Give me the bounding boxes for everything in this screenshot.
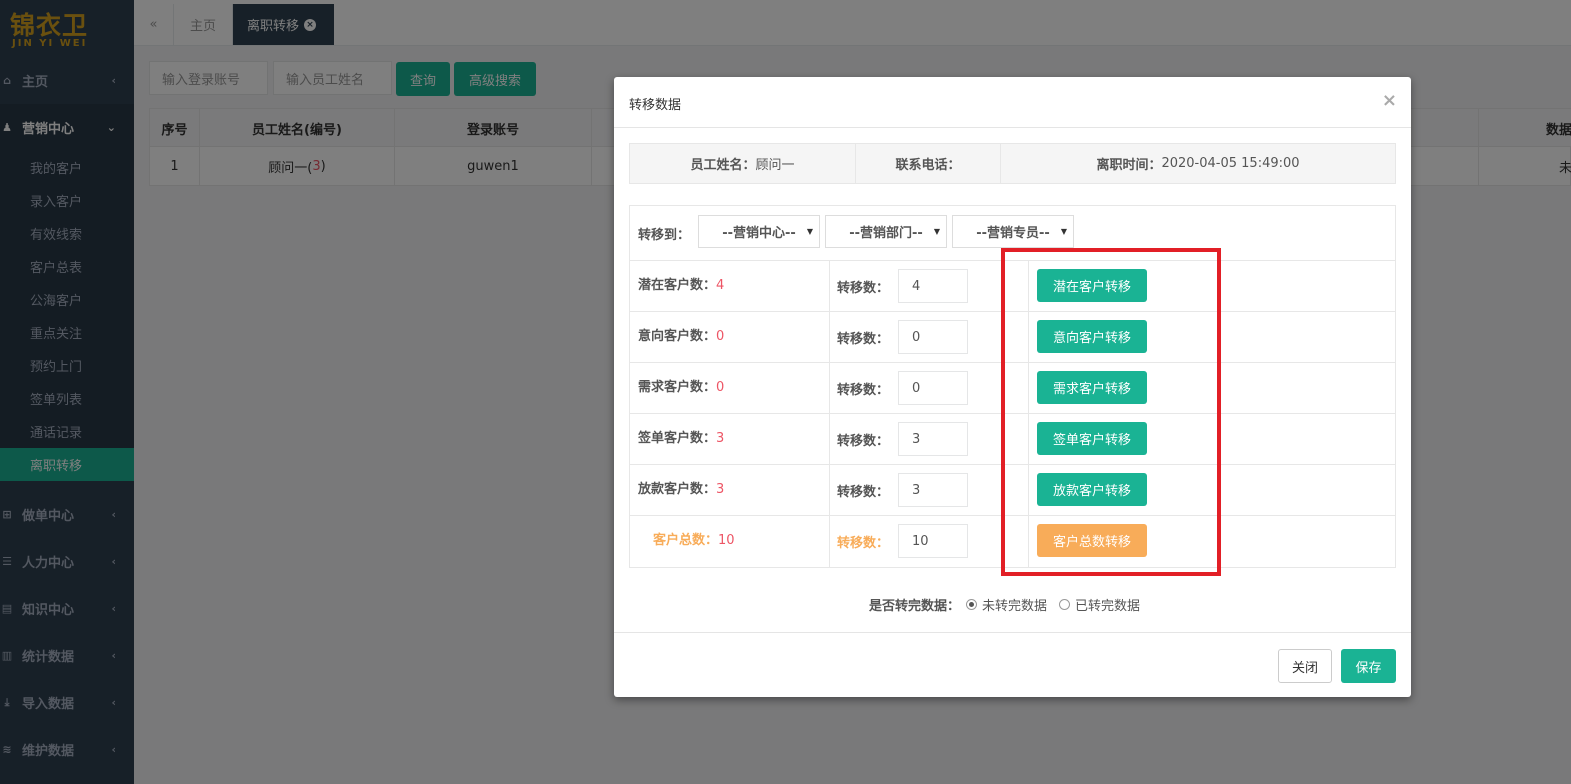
employee-info: 员工姓名： 顾问一 联系电话： 离职时间： 2020-04-05 15:49:00 — [629, 143, 1396, 184]
highlight-box — [1001, 248, 1221, 576]
close-button[interactable]: 关闭 — [1278, 649, 1332, 683]
caret-down-icon: ▼ — [806, 227, 813, 236]
completion-label: 是否转完数据： — [869, 599, 961, 614]
label-text: 需求客户数： — [638, 380, 717, 395]
radio-complete-label: 已转完数据 — [1075, 599, 1141, 614]
count-value: 3 — [716, 431, 725, 446]
name-label: 员工姓名： — [690, 158, 756, 173]
modal-header: 转移数据 × — [614, 77, 1411, 128]
row-label: 潜在客户数：4 — [638, 274, 724, 293]
department-select-value: --营销部门-- — [849, 226, 923, 241]
department-select[interactable]: --营销部门-- ▼ — [825, 215, 947, 248]
divider — [829, 465, 830, 516]
leave-value: 2020-04-05 15:49:00 — [1161, 156, 1300, 171]
row-label: 客户总数：10 — [653, 529, 735, 548]
transfer-to-label: 转移到： — [638, 228, 691, 243]
label-text: 放款客户数： — [638, 482, 717, 497]
modal-footer: 关闭 保存 — [614, 632, 1411, 697]
modal-close-icon[interactable]: × — [1382, 90, 1397, 111]
transfer-count-input[interactable]: 4 — [898, 269, 968, 303]
leave-label: 离职时间： — [1096, 158, 1162, 173]
staff-select[interactable]: --营销专员-- ▼ — [952, 215, 1074, 248]
employee-name: 员工姓名： 顾问一 — [630, 144, 856, 183]
modal-title: 转移数据 — [629, 98, 682, 113]
divider — [829, 414, 830, 465]
transfer-count-input[interactable]: 0 — [898, 320, 968, 354]
caret-down-icon: ▼ — [933, 227, 940, 236]
transfer-count-input[interactable]: 0 — [898, 371, 968, 405]
transfer-count-label: 转移数： — [837, 383, 890, 398]
label-text: 潜在客户数： — [638, 278, 717, 293]
count-value: 4 — [716, 278, 725, 293]
row-label: 意向客户数：0 — [638, 325, 724, 344]
staff-select-value: --营销专员-- — [976, 226, 1050, 241]
completion-radio-group: 是否转完数据： 未转完数据 已转完数据 — [869, 595, 1140, 614]
transfer-count-input[interactable]: 3 — [898, 422, 968, 456]
count-value: 3 — [716, 482, 725, 497]
divider — [829, 312, 830, 363]
employee-phone: 联系电话： — [856, 144, 1001, 183]
radio-complete[interactable] — [1059, 599, 1071, 610]
radio-not-complete[interactable] — [966, 599, 978, 610]
count-value: 10 — [718, 533, 735, 548]
label-text: 客户总数： — [653, 533, 719, 548]
divider — [829, 261, 830, 312]
divider — [829, 516, 830, 567]
label-text: 签单客户数： — [638, 431, 717, 446]
phone-label: 联系电话： — [895, 158, 961, 173]
save-button[interactable]: 保存 — [1341, 649, 1396, 683]
count-value: 0 — [716, 329, 725, 344]
count-value: 0 — [716, 380, 725, 395]
employee-leave-time: 离职时间： 2020-04-05 15:49:00 — [1001, 144, 1395, 183]
transfer-count-label: 转移数： — [837, 485, 890, 500]
row-label: 签单客户数：3 — [638, 427, 724, 446]
divider — [829, 363, 830, 414]
caret-down-icon: ▼ — [1060, 227, 1067, 236]
transfer-count-label: 转移数： — [837, 332, 890, 347]
name-value: 顾问一 — [755, 158, 795, 173]
center-select[interactable]: --营销中心-- ▼ — [698, 215, 820, 248]
transfer-count-input[interactable]: 3 — [898, 473, 968, 507]
label-text: 意向客户数： — [638, 329, 717, 344]
transfer-count-label: 转移数： — [837, 536, 890, 551]
row-label: 放款客户数：3 — [638, 478, 724, 497]
radio-not-complete-label: 未转完数据 — [982, 599, 1048, 614]
row-label: 需求客户数：0 — [638, 376, 724, 395]
transfer-count-label: 转移数： — [837, 281, 890, 296]
transfer-count-label: 转移数： — [837, 434, 890, 449]
center-select-value: --营销中心-- — [722, 226, 796, 241]
transfer-count-input[interactable]: 10 — [898, 524, 968, 558]
